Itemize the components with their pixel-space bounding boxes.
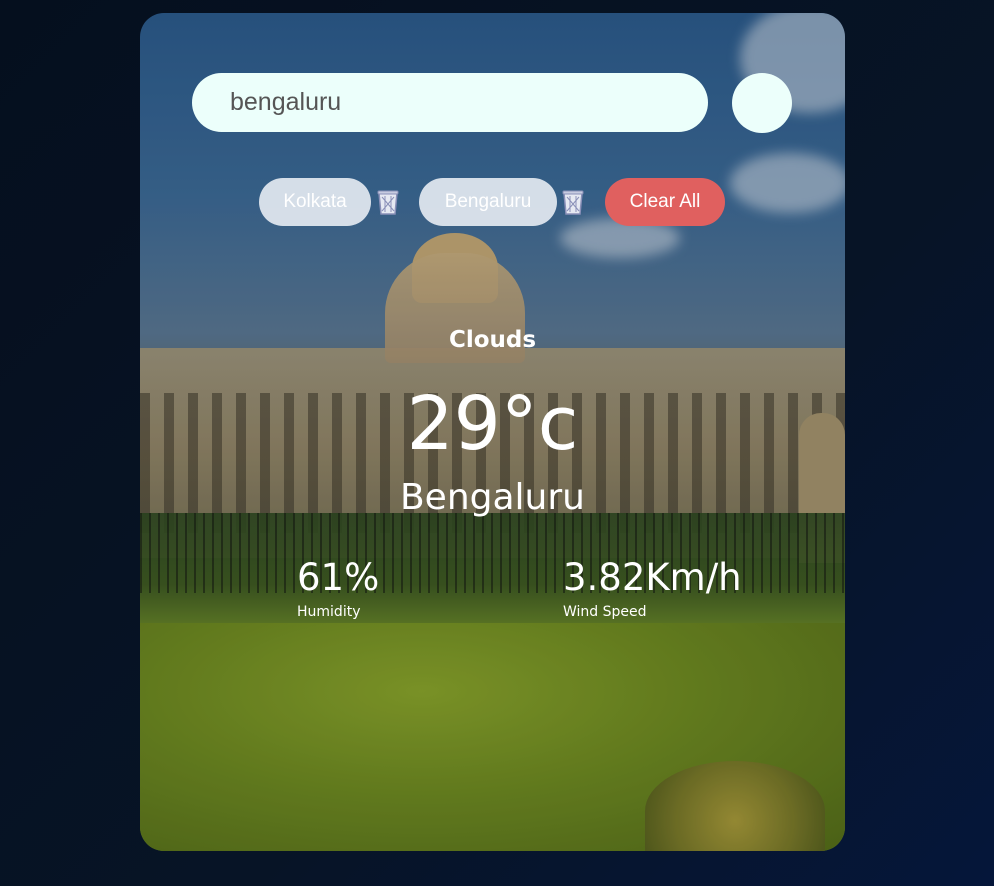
trash-icon[interactable] [560,188,586,216]
search-input[interactable] [192,73,708,132]
wind-speed-label: Wind Speed [563,604,647,620]
search-button[interactable] [732,73,792,133]
weather-condition: Clouds [448,327,537,353]
clear-all-button[interactable]: Clear All [605,178,725,226]
humidity-stat: 61% Humidity [297,556,379,622]
weather-card: Kolkata Bengaluru Clear All Clouds 29°c … [140,13,845,851]
history-chip-kolkata[interactable]: Kolkata [259,178,371,226]
wind-stat: 3.82Km/h Wind Speed [563,556,742,622]
search-history: Kolkata Bengaluru Clear All [140,178,845,226]
humidity-label: Humidity [297,604,361,620]
temperature: 29°c [406,381,579,467]
wind-speed-value: 3.82Km/h [563,556,742,599]
history-chip-bengaluru[interactable]: Bengaluru [419,178,557,226]
humidity-value: 61% [297,556,380,599]
trash-icon[interactable] [375,188,401,216]
city-name: Bengaluru [399,477,585,518]
